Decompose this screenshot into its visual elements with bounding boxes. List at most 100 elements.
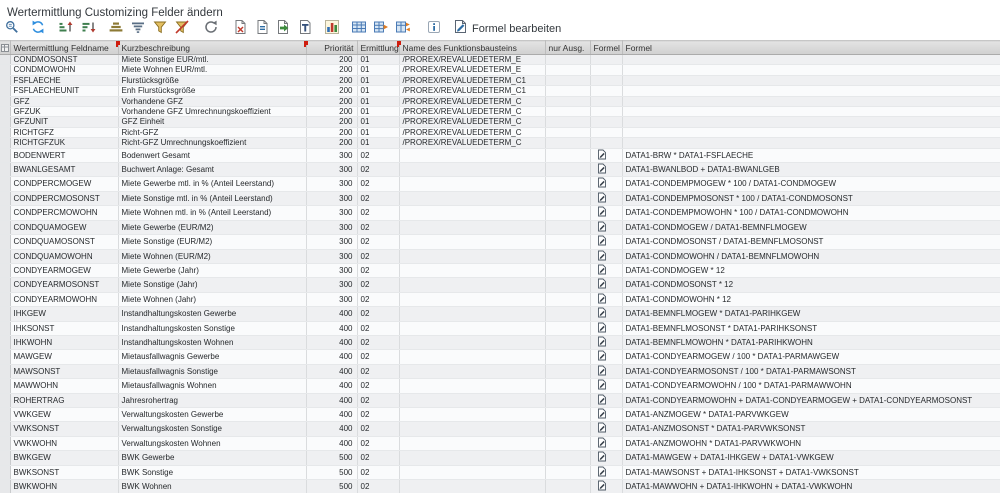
- cell-formel-icon[interactable]: [590, 163, 622, 177]
- cell-nurausg[interactable]: [545, 86, 590, 96]
- cell-formel[interactable]: DATA1-CONDYEARMOSONST / 100 * DATA1-PARM…: [622, 364, 1000, 378]
- cell-kurz[interactable]: Instandhaltungskosten Sonstige: [118, 321, 306, 335]
- cell-kurz[interactable]: Mietausfallwagnis Sonstige: [118, 364, 306, 378]
- cell-feldname[interactable]: VWKSONST: [10, 422, 118, 436]
- row-selector[interactable]: [0, 117, 10, 127]
- cell-funk[interactable]: [399, 235, 545, 249]
- cell-prio[interactable]: 400: [306, 379, 357, 393]
- cell-feldname[interactable]: RICHTGFZ: [10, 127, 118, 137]
- cell-nurausg[interactable]: [545, 321, 590, 335]
- cell-erm[interactable]: 02: [357, 436, 399, 450]
- cell-feldname[interactable]: MAWGEW: [10, 350, 118, 364]
- cell-erm[interactable]: 02: [357, 235, 399, 249]
- column-header-formelicon[interactable]: Formel: [590, 41, 622, 55]
- cell-nurausg[interactable]: [545, 379, 590, 393]
- formula-display-icon[interactable]: [597, 153, 607, 162]
- cell-nurausg[interactable]: [545, 206, 590, 220]
- cell-feldname[interactable]: CONDYEARMOGEW: [10, 263, 118, 277]
- cell-prio[interactable]: 500: [306, 480, 357, 493]
- row-selector[interactable]: [0, 321, 10, 335]
- column-header-kurz[interactable]: Kurzbeschreibung: [118, 41, 306, 55]
- row-selector[interactable]: [0, 206, 10, 220]
- cell-kurz[interactable]: BWK Wohnen: [118, 480, 306, 493]
- cell-prio[interactable]: 200: [306, 138, 357, 148]
- cell-nurausg[interactable]: [545, 422, 590, 436]
- cell-erm[interactable]: 02: [357, 249, 399, 263]
- cell-erm[interactable]: 02: [357, 177, 399, 191]
- cell-prio[interactable]: 200: [306, 86, 357, 96]
- row-selector[interactable]: [0, 451, 10, 465]
- cell-erm[interactable]: 02: [357, 148, 399, 162]
- cell-formel-icon[interactable]: [590, 127, 622, 137]
- cell-formel[interactable]: [622, 65, 1000, 75]
- cell-kurz[interactable]: Instandhaltungskosten Wohnen: [118, 335, 306, 349]
- formula-display-icon[interactable]: [597, 398, 607, 407]
- cell-erm[interactable]: 02: [357, 191, 399, 205]
- cell-funk[interactable]: [399, 350, 545, 364]
- export-button[interactable]: [274, 21, 291, 38]
- cell-funk[interactable]: [399, 379, 545, 393]
- formula-display-icon[interactable]: [597, 412, 607, 421]
- cell-prio[interactable]: 300: [306, 148, 357, 162]
- cell-funk[interactable]: [399, 364, 545, 378]
- cell-prio[interactable]: 300: [306, 191, 357, 205]
- cell-formel-icon[interactable]: [590, 465, 622, 479]
- cell-formel[interactable]: DATA1-CONDMOGEW * 12: [622, 263, 1000, 277]
- cell-formel[interactable]: DATA1-MAWWOHN + DATA1-IHKWOHN + DATA1-VW…: [622, 480, 1000, 493]
- row-selector[interactable]: [0, 127, 10, 137]
- cell-kurz[interactable]: Vorhandene GFZ Umrechnungskoeffizient: [118, 107, 306, 117]
- cell-nurausg[interactable]: [545, 278, 590, 292]
- cell-funk[interactable]: [399, 220, 545, 234]
- cell-formel[interactable]: [622, 55, 1000, 65]
- cell-funk[interactable]: [399, 249, 545, 263]
- cell-nurausg[interactable]: [545, 96, 590, 106]
- cell-erm[interactable]: 02: [357, 350, 399, 364]
- cell-feldname[interactable]: CONDQUAMOGEW: [10, 220, 118, 234]
- cell-kurz[interactable]: Flurstücksgröße: [118, 75, 306, 85]
- cell-formel-icon[interactable]: [590, 422, 622, 436]
- cell-prio[interactable]: 200: [306, 127, 357, 137]
- cell-prio[interactable]: 400: [306, 364, 357, 378]
- cell-erm[interactable]: 02: [357, 465, 399, 479]
- row-selector[interactable]: [0, 263, 10, 277]
- cell-kurz[interactable]: Vorhandene GFZ: [118, 96, 306, 106]
- row-selector[interactable]: [0, 422, 10, 436]
- formula-display-icon[interactable]: [597, 239, 607, 248]
- cell-formel-icon[interactable]: [590, 75, 622, 85]
- cell-formel[interactable]: DATA1-CONDYEARMOWOHN / 100 * DATA1-PARMA…: [622, 379, 1000, 393]
- cell-erm[interactable]: 02: [357, 335, 399, 349]
- column-header-erm[interactable]: Ermittlung: [357, 41, 399, 55]
- cell-feldname[interactable]: FSFLAECHE: [10, 75, 118, 85]
- cell-nurausg[interactable]: [545, 55, 590, 65]
- formula-display-icon[interactable]: [597, 297, 607, 306]
- cell-erm[interactable]: 01: [357, 75, 399, 85]
- cell-feldname[interactable]: IHKGEW: [10, 307, 118, 321]
- cell-formel-icon[interactable]: [590, 96, 622, 106]
- cell-formel-icon[interactable]: [590, 292, 622, 306]
- cell-formel[interactable]: DATA1-CONDMOGEW / DATA1-BEMNFLMOGEW: [622, 220, 1000, 234]
- cell-formel-icon[interactable]: [590, 148, 622, 162]
- cell-formel[interactable]: [622, 117, 1000, 127]
- cell-formel[interactable]: DATA1-MAWGEW + DATA1-IHKGEW + DATA1-VWKG…: [622, 451, 1000, 465]
- cell-funk[interactable]: /PROREX/REVALUEDETERM_C: [399, 138, 545, 148]
- cell-formel-icon[interactable]: [590, 321, 622, 335]
- cell-funk[interactable]: /PROREX/REVALUEDETERM_C: [399, 127, 545, 137]
- cell-formel[interactable]: DATA1-CONDYEARMOWOHN + DATA1-CONDYEARMOG…: [622, 393, 1000, 407]
- cell-kurz[interactable]: Jahresrohertrag: [118, 393, 306, 407]
- cell-kurz[interactable]: BWK Gewerbe: [118, 451, 306, 465]
- row-selector[interactable]: [0, 96, 10, 106]
- cell-prio[interactable]: 400: [306, 436, 357, 450]
- cell-erm[interactable]: 01: [357, 86, 399, 96]
- cell-funk[interactable]: [399, 307, 545, 321]
- subtotal-button[interactable]: [107, 21, 124, 38]
- cell-kurz[interactable]: BWK Sonstige: [118, 465, 306, 479]
- info-button[interactable]: [425, 21, 442, 38]
- formula-display-icon[interactable]: [597, 167, 607, 176]
- row-selector[interactable]: [0, 65, 10, 75]
- cell-kurz[interactable]: Instandhaltungskosten Gewerbe: [118, 307, 306, 321]
- cell-formel-icon[interactable]: [590, 191, 622, 205]
- cell-kurz[interactable]: Verwaltungskosten Gewerbe: [118, 407, 306, 421]
- cell-prio[interactable]: 500: [306, 451, 357, 465]
- cell-prio[interactable]: 300: [306, 278, 357, 292]
- cell-kurz[interactable]: Miete Wohnen mtl. in % (Anteil Leerstand…: [118, 206, 306, 220]
